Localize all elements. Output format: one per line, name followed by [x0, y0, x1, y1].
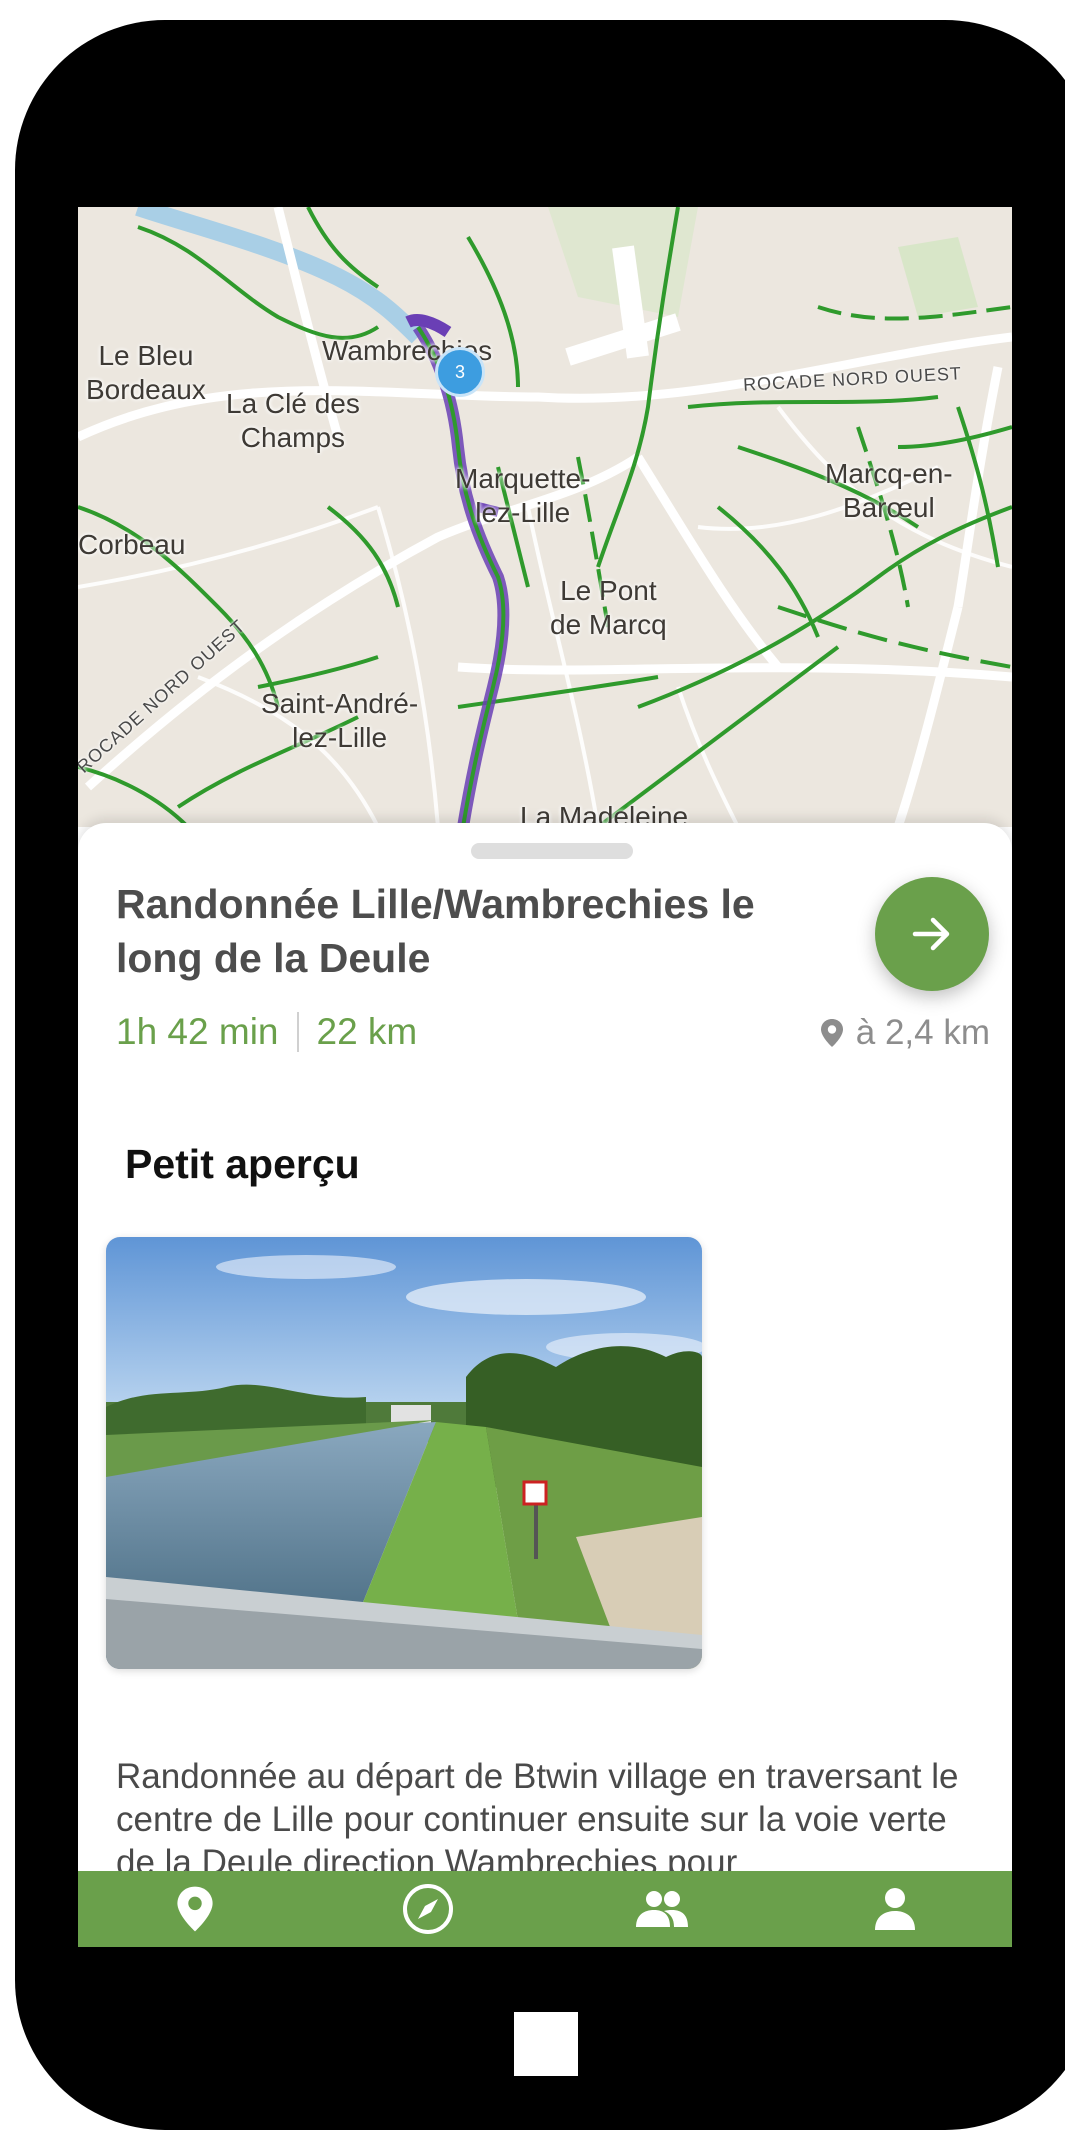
location-pin-icon: [820, 1019, 843, 1047]
map-place-label: Marcq-en- Barœul: [825, 458, 953, 523]
trail-distance: à 2,4 km: [820, 1013, 990, 1053]
arrow-right-icon: [912, 917, 950, 951]
tab-profile[interactable]: [779, 1871, 1013, 1947]
trail-preview-photo[interactable]: [106, 1237, 702, 1669]
trail-stats: 1h 42 min 22 km: [116, 1011, 417, 1053]
map-cluster-marker[interactable]: 3: [435, 347, 485, 397]
app-screen: Le Bleu Bordeaux La Clé des Champs Wambrec…: [78, 207, 1012, 1947]
map-place-label: Saint-André-lez-Lille: [261, 688, 419, 753]
map-place-label: Marquette-lez-Lille: [455, 463, 591, 528]
bottom-tab-bar: [78, 1871, 1012, 1947]
map-view[interactable]: Le Bleu Bordeaux La Clé des Champs Wambrec…: [78, 207, 1012, 832]
trail-title: Randonnée Lille/Wambrechies le long de l…: [116, 881, 755, 981]
compass-icon: [403, 1884, 454, 1934]
trail-distance-value: à 2,4 km: [855, 1013, 990, 1052]
map-place-label: Le Bleu Bordeaux: [86, 340, 206, 405]
preview-section-title: Petit aperçu: [125, 1141, 360, 1187]
location-pin-icon: [177, 1886, 213, 1932]
map-place-label: Le Pont de Marcq: [550, 575, 667, 640]
trail-description: Randonnée au départ de Btwin village en …: [116, 1757, 959, 1882]
device-home-button[interactable]: [514, 2012, 578, 2076]
open-trail-button[interactable]: [875, 877, 989, 991]
tab-map[interactable]: [78, 1871, 312, 1947]
trail-detail-sheet[interactable]: Randonnée Lille/Wambrechies le long de l…: [78, 823, 1012, 1947]
tab-explore[interactable]: [312, 1871, 546, 1947]
map-place-label: Corbeau: [78, 529, 186, 560]
tab-community[interactable]: [545, 1871, 779, 1947]
map-place-label: La Clé des Champs: [226, 388, 360, 453]
trail-duration: 1h 42 min: [116, 1011, 279, 1052]
trail-length: 22 km: [316, 1011, 418, 1052]
canal-photo-image: [106, 1237, 702, 1669]
stats-divider: [296, 1012, 299, 1052]
sheet-drag-handle[interactable]: [471, 843, 633, 859]
person-icon: [875, 1888, 916, 1930]
group-icon: [635, 1891, 688, 1927]
